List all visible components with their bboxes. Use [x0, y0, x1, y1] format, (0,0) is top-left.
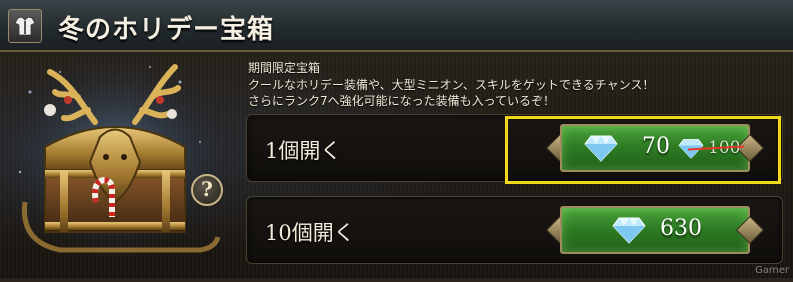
description: 期間限定宝箱 クールなホリデー装備や、大型ミニオン、スキルをゲットできるチャンス… [248, 60, 654, 110]
diamond-icon [612, 216, 646, 248]
header-bar: 冬のホリデー宝箱 [0, 0, 793, 52]
open-ten-buy-button[interactable]: 630 [542, 206, 768, 254]
price-value: 630 [660, 216, 702, 241]
armor-icon [8, 9, 42, 43]
description-line: さらにランク7へ強化可能になった装備も入っているぞ！ [248, 94, 556, 108]
open-ten-label: 10個開く [265, 221, 355, 245]
button-body [560, 206, 750, 254]
open-ten-panel: 10個開く 630 [246, 196, 783, 264]
open-one-label: 1個開く [265, 139, 342, 163]
page-title: 冬のホリデー宝箱 [58, 15, 275, 45]
description-heading: 期間限定宝箱 [248, 61, 321, 75]
highlight-frame [505, 116, 781, 184]
description-line: クールなホリデー装備や、大型ミニオン、スキルをゲットできるチャンス！ [248, 77, 655, 92]
watermark: Gamer [755, 265, 789, 276]
help-button[interactable]: ? [191, 174, 223, 206]
holiday-chest-image [0, 47, 235, 278]
